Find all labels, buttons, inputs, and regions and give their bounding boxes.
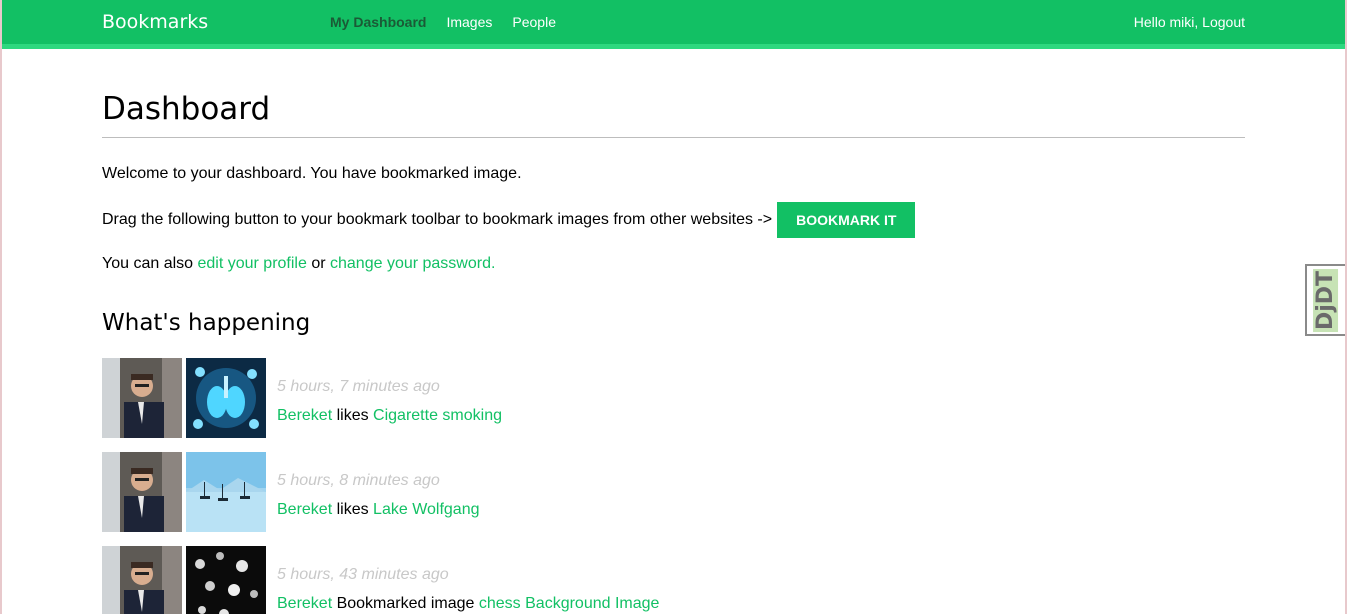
also-prefix: You can also xyxy=(102,255,198,272)
activity-item: 5 hours, 7 minutes ago Bereket likes Cig… xyxy=(102,358,1245,438)
top-bar: Bookmarks My Dashboard Images People Hel… xyxy=(2,0,1345,49)
activity-target-link[interactable]: chess Background Image xyxy=(479,595,660,612)
nav-my-dashboard[interactable]: My Dashboard xyxy=(330,14,426,30)
welcome-text: Welcome to your dashboard. You have book… xyxy=(102,165,522,182)
main-content: Dashboard Welcome to your dashboard. You… xyxy=(102,90,1245,614)
activity-text: Bereket likes Cigarette smoking xyxy=(277,407,502,425)
activity-user-link[interactable]: Bereket xyxy=(277,501,332,518)
profile-links: You can also edit your profile or change… xyxy=(102,254,495,274)
target-image[interactable] xyxy=(186,358,266,438)
bookmarklet-row: Drag the following button to your bookma… xyxy=(102,202,916,238)
activity-item: 5 hours, 43 minutes ago Bereket Bookmark… xyxy=(102,546,1245,614)
user-greeting: Hello miki, xyxy=(1133,14,1203,30)
activity-user-link[interactable]: Bereket xyxy=(277,407,332,424)
nav-images[interactable]: Images xyxy=(446,14,492,30)
change-password-link[interactable]: change your password. xyxy=(330,255,495,272)
user-avatar[interactable] xyxy=(102,546,182,614)
logout-link[interactable]: Logout xyxy=(1202,14,1245,30)
user-box: Hello miki, Logout xyxy=(1134,14,1245,30)
whats-happening-heading: What's happening xyxy=(102,310,311,336)
activity-timestamp: 5 hours, 7 minutes ago xyxy=(277,378,440,395)
activity-verb: Bookmarked image xyxy=(332,595,479,612)
activity-item: 5 hours, 8 minutes ago Bereket likes Lak… xyxy=(102,452,1245,532)
user-avatar[interactable] xyxy=(102,452,182,532)
bookmark-it-button[interactable]: BOOKMARK IT xyxy=(777,202,916,238)
activity-target-link[interactable]: Lake Wolfgang xyxy=(373,501,479,518)
page-frame: Bookmarks My Dashboard Images People Hel… xyxy=(0,0,1347,614)
activity-timestamp: 5 hours, 8 minutes ago xyxy=(277,472,440,489)
drag-instruction: Drag the following button to your bookma… xyxy=(102,211,773,228)
nav-people[interactable]: People xyxy=(512,14,556,30)
activity-target-link[interactable]: Cigarette smoking xyxy=(373,407,502,424)
activity-verb: likes xyxy=(332,407,374,424)
target-image[interactable] xyxy=(186,452,266,532)
activity-text: Bereket likes Lake Wolfgang xyxy=(277,501,480,519)
or-text: or xyxy=(306,255,330,272)
target-image[interactable] xyxy=(186,546,266,614)
activity-user-link[interactable]: Bereket xyxy=(277,595,332,612)
user-avatar[interactable] xyxy=(102,358,182,438)
main-nav: My Dashboard Images People xyxy=(330,14,576,30)
logo-link[interactable]: Bookmarks xyxy=(102,11,208,33)
edit-profile-link[interactable]: edit your profile xyxy=(197,255,306,272)
activity-text: Bereket Bookmarked image chess Backgroun… xyxy=(277,595,659,613)
debug-toolbar-handle[interactable]: DjDT xyxy=(1305,264,1345,336)
activity-verb: likes xyxy=(332,501,374,518)
page-title: Dashboard xyxy=(102,90,1245,138)
activity-timestamp: 5 hours, 43 minutes ago xyxy=(277,566,449,583)
debug-toolbar-label: DjDT xyxy=(1313,268,1339,332)
